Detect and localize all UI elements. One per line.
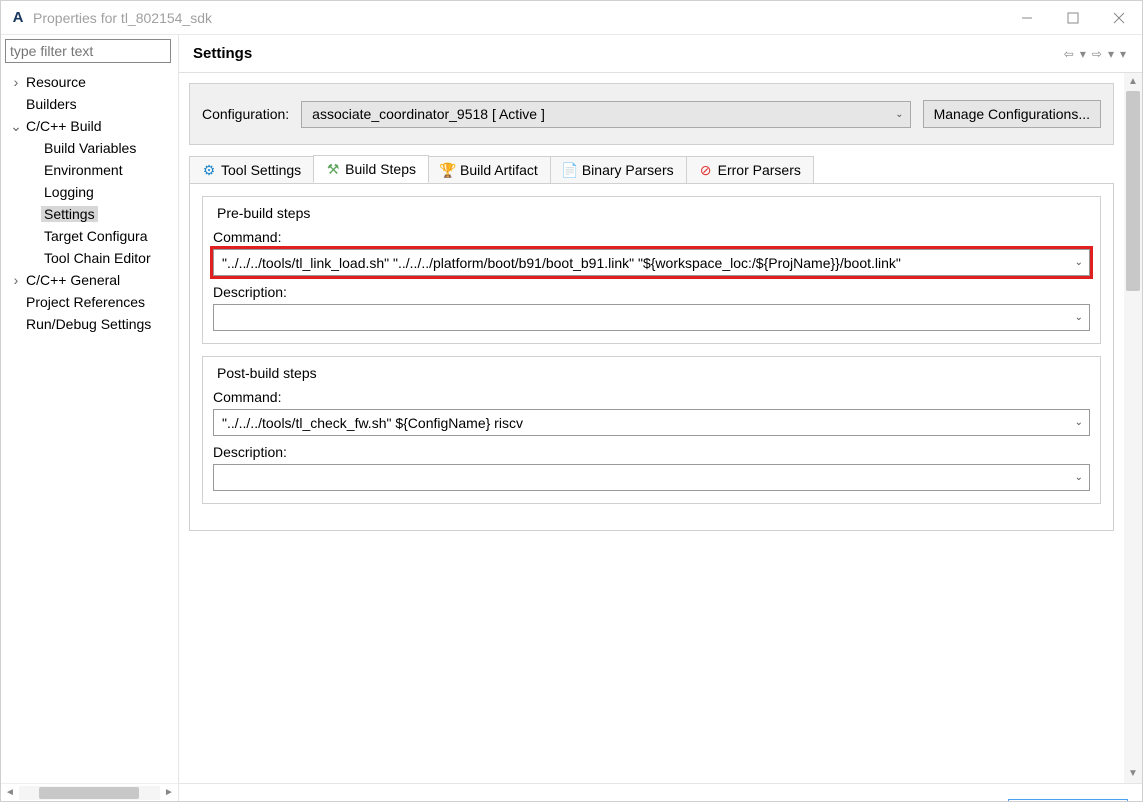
tab-binary-parsers[interactable]: 📄 Binary Parsers [550, 156, 687, 183]
scroll-right-icon[interactable]: ► [160, 787, 178, 798]
post-build-description-input[interactable]: ⌄ [213, 464, 1090, 491]
nav-item-resource[interactable]: ›Resource [1, 71, 178, 93]
nav-item-build-variables[interactable]: Build Variables [1, 137, 178, 159]
post-build-command-label: Command: [213, 389, 1090, 405]
post-build-fieldset: Post-build steps Command: "../../../tool… [202, 356, 1101, 504]
scroll-left-icon[interactable]: ◄ [1, 787, 19, 798]
tree-expander-icon[interactable]: › [9, 269, 23, 291]
nav-item-label: Environment [41, 162, 126, 178]
tabbar: ⚙ Tool Settings ⚒ Build Steps 🏆 Build Artifac… [189, 155, 1114, 183]
window-title: Properties for tl_802154_sdk [33, 10, 212, 26]
tab-icon: 🏆 [441, 163, 455, 177]
nav-item-c-c-general[interactable]: ›C/C++ General [1, 269, 178, 291]
scroll-thumb[interactable] [39, 787, 139, 799]
page-title: Settings [193, 45, 252, 62]
nav-item-label: Tool Chain Editor [41, 250, 154, 266]
nav-item-label: C/C++ General [23, 272, 123, 288]
nav-tree: ›ResourceBuilders⌄C/C++ BuildBuild Varia… [1, 67, 178, 783]
post-build-description-label: Description: [213, 444, 1090, 460]
tree-expander-icon[interactable]: › [9, 71, 23, 93]
nav-item-label: Build Variables [41, 140, 139, 156]
filter-input[interactable] [5, 39, 171, 63]
maximize-button[interactable] [1050, 1, 1096, 35]
chevron-down-icon: ⌄ [1075, 417, 1083, 428]
chevron-down-icon: ⌄ [1075, 472, 1083, 483]
nav-item-builders[interactable]: Builders [1, 93, 178, 115]
nav-item-label: Logging [41, 184, 97, 200]
forward-icon[interactable]: ⇨ [1090, 47, 1104, 61]
tab-icon: ⊘ [699, 163, 713, 177]
tab-label: Build Artifact [460, 162, 538, 178]
pre-build-legend: Pre-build steps [213, 205, 314, 221]
back-icon[interactable]: ⇦ [1062, 47, 1076, 61]
tab-icon: 📄 [563, 163, 577, 177]
nav-item-tool-chain-editor[interactable]: Tool Chain Editor [1, 247, 178, 269]
chevron-down-icon: ⌄ [895, 109, 903, 120]
configuration-value: associate_coordinator_9518 [ Active ] [312, 106, 545, 122]
tree-expander-icon[interactable]: ⌄ [9, 115, 23, 137]
tab-error-parsers[interactable]: ⊘ Error Parsers [686, 156, 814, 183]
nav-item-environment[interactable]: Environment [1, 159, 178, 181]
pre-build-description-label: Description: [213, 284, 1090, 300]
tab-icon: ⚙ [202, 163, 216, 177]
tab-icon: ⚒ [326, 162, 340, 176]
scroll-down-icon[interactable]: ▼ [1124, 765, 1142, 783]
minimize-button[interactable] [1004, 1, 1050, 35]
tab-label: Build Steps [345, 161, 416, 177]
close-button[interactable] [1096, 1, 1142, 35]
forward-menu-icon[interactable]: ▾ [1106, 47, 1116, 61]
nav-item-label: Builders [23, 96, 80, 112]
content-vscroll[interactable]: ▲ ▼ [1124, 73, 1142, 783]
chevron-down-icon: ⌄ [1075, 312, 1083, 323]
nav-item-settings[interactable]: Settings [1, 203, 178, 225]
build-steps-tabpage: Pre-build steps Command: "../../../tools… [189, 183, 1114, 531]
configuration-bar: Configuration: associate_coordinator_951… [189, 83, 1114, 145]
chevron-down-icon: ⌄ [1075, 257, 1083, 268]
nav-item-label: C/C++ Build [23, 118, 104, 134]
content-header: Settings ⇦ ▾ ⇨ ▾ ▾ [179, 35, 1142, 73]
sidebar-hscroll[interactable]: ◄ ► [1, 783, 178, 801]
titlebar: A Properties for tl_802154_sdk [1, 1, 1142, 35]
footer [179, 783, 1142, 801]
pre-build-command-label: Command: [213, 229, 1090, 245]
tab-tool-settings[interactable]: ⚙ Tool Settings [189, 156, 314, 183]
tab-label: Binary Parsers [582, 162, 674, 178]
scroll-up-icon[interactable]: ▲ [1124, 73, 1142, 91]
pre-build-command-value: "../../../tools/tl_link_load.sh" "../../… [222, 255, 901, 271]
configuration-select[interactable]: associate_coordinator_9518 [ Active ] ⌄ [301, 101, 910, 128]
post-build-legend: Post-build steps [213, 365, 321, 381]
post-build-command-input[interactable]: "../../../tools/tl_check_fw.sh" ${Config… [213, 409, 1090, 436]
configuration-label: Configuration: [202, 106, 289, 122]
nav-item-logging[interactable]: Logging [1, 181, 178, 203]
nav-item-target-configura[interactable]: Target Configura [1, 225, 178, 247]
nav-item-label: Project References [23, 294, 148, 310]
pre-build-description-input[interactable]: ⌄ [213, 304, 1090, 331]
nav-item-c-c-build[interactable]: ⌄C/C++ Build [1, 115, 178, 137]
manage-configurations-button[interactable]: Manage Configurations... [923, 100, 1101, 128]
back-menu-icon[interactable]: ▾ [1078, 47, 1088, 61]
tab-build-steps[interactable]: ⚒ Build Steps [313, 155, 429, 183]
nav-item-label: Settings [41, 206, 98, 222]
pre-build-command-input[interactable]: "../../../tools/tl_link_load.sh" "../../… [213, 249, 1090, 276]
sidebar: ›ResourceBuilders⌄C/C++ BuildBuild Varia… [1, 35, 179, 801]
tab-label: Error Parsers [718, 162, 801, 178]
post-build-command-value: "../../../tools/tl_check_fw.sh" ${Config… [222, 415, 523, 431]
nav-item-run-debug-settings[interactable]: Run/Debug Settings [1, 313, 178, 335]
vscroll-thumb[interactable] [1126, 91, 1140, 291]
nav-item-label: Resource [23, 74, 89, 90]
app-icon: A [9, 9, 27, 27]
nav-item-label: Run/Debug Settings [23, 316, 154, 332]
tab-build-artifact[interactable]: 🏆 Build Artifact [428, 156, 551, 183]
nav-item-label: Target Configura [41, 228, 151, 244]
tab-label: Tool Settings [221, 162, 301, 178]
pre-build-fieldset: Pre-build steps Command: "../../../tools… [202, 196, 1101, 344]
nav-item-project-references[interactable]: Project References [1, 291, 178, 313]
view-menu-icon[interactable]: ▾ [1118, 47, 1128, 61]
